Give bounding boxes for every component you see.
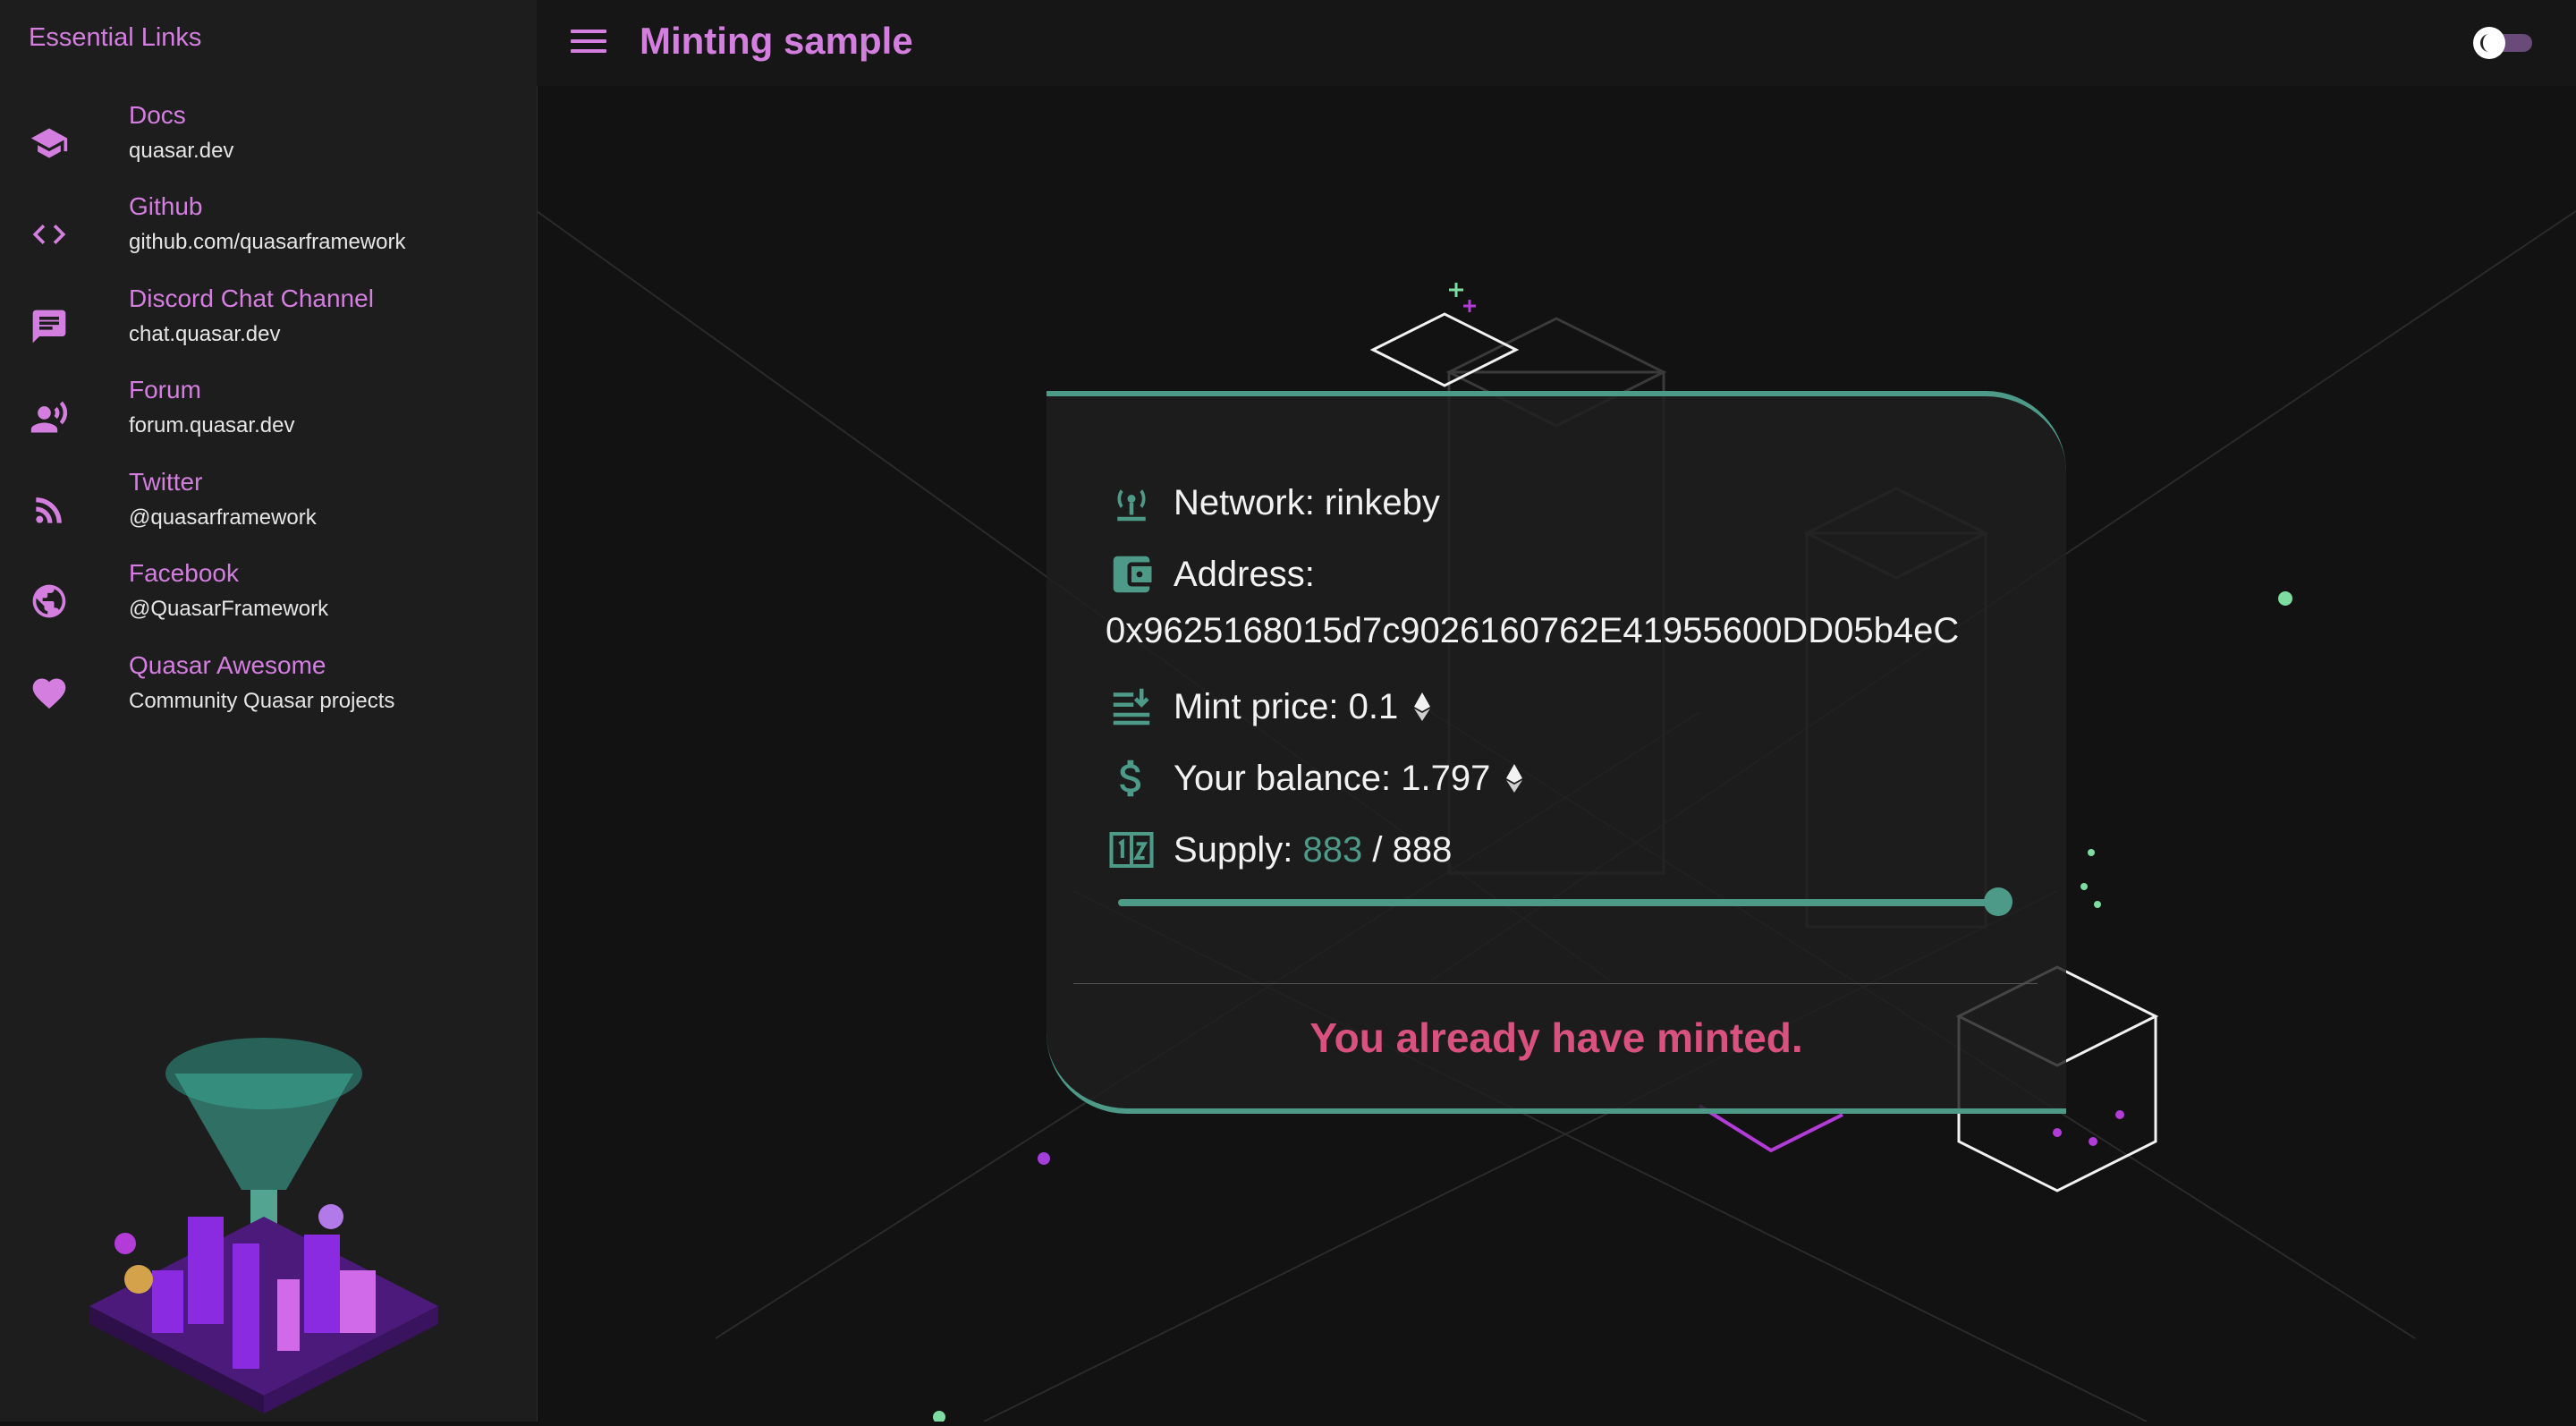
supply-progress-slider[interactable] [1118,887,2013,916]
price-change-icon [1106,681,1157,733]
supply-label: Supply: [1174,829,1293,870]
page-title: Minting sample [640,20,913,62]
ethereum-icon [1414,692,1431,721]
isometric-city-illustration [54,948,474,1413]
address-label: Address: [1174,554,1315,594]
code-icon [27,212,72,257]
supply-total-count: 888 [1392,829,1453,870]
chat-icon [27,304,72,349]
public-icon [27,579,72,624]
sidebar-item-caption: quasar.dev [129,139,234,163]
sidebar-item-twitter[interactable]: Twitter @quasarframework [0,461,537,550]
supply-minted-count: 883 [1302,829,1363,870]
balance-label: Your balance: 1.797 [1174,758,1491,798]
network-antenna-icon [1106,477,1157,529]
sidebar-item-caption: github.com/quasarframework [129,230,406,254]
ethereum-icon [1506,764,1523,793]
dark-mode-toggle[interactable] [2473,27,2534,59]
record-voice-icon [27,395,72,440]
supply-row: Supply: 883 / 888 [1106,824,1452,876]
network-row: Network: rinkeby [1106,477,1440,529]
rss-icon [27,488,72,532]
sidebar-item-forum[interactable]: Forum forum.quasar.dev [0,369,537,458]
sidebar-drawer: Essential Links Docs quasar.dev Github g… [0,0,538,1422]
slider-thumb[interactable] [1984,887,2013,916]
favorite-icon [27,671,72,716]
mint-price-label: Mint price: 0.1 [1174,686,1399,726]
network-label: Network: rinkeby [1174,482,1440,522]
mint-info-card: Network: rinkeby Address: 0x9625168015d7… [1046,391,2066,1114]
slider-track [1118,899,1999,906]
sidebar-item-title: Forum [129,376,201,403]
card-divider [1073,983,2038,984]
sidebar-item-caption: chat.quasar.dev [129,322,281,346]
supply-separator: / [1372,829,1383,870]
sidebar-item-docs[interactable]: Docs quasar.dev [0,94,537,183]
sidebar-item-discord[interactable]: Discord Chat Channel chat.quasar.dev [0,277,537,367]
wallet-icon [1106,548,1157,600]
sidebar-item-caption: @QuasarFramework [129,597,329,621]
already-minted-message: You already have minted. [1309,1014,1803,1061]
sidebar-item-title: Twitter [129,468,203,496]
mint-price-row: Mint price: 0.1 [1106,681,1431,733]
dark-mode-toggle-icon [2473,27,2505,59]
sidebar-item-caption: Community Quasar projects [129,689,395,713]
dollar-icon [1106,752,1157,804]
sidebar-item-title: Github [129,192,203,220]
app-header: Minting sample [537,0,2576,86]
sidebar-item-quasar-awesome[interactable]: Quasar Awesome Community Quasar projects [0,644,537,734]
sidebar-header: Essential Links [29,23,202,52]
address-row: Address: [1106,548,1315,600]
address-value: 0x9625168015d7c9026160762E41955600DD05b4… [1106,611,1960,650]
sidebar-item-title: Facebook [129,559,239,587]
sidebar-item-github[interactable]: Github github.com/quasarframework [0,185,537,275]
supply-counter-icon [1106,824,1157,876]
sidebar-item-title: Discord Chat Channel [129,284,374,312]
sidebar-item-title: Docs [129,101,186,129]
balance-row: Your balance: 1.797 [1106,752,1523,804]
sidebar-item-facebook[interactable]: Facebook @QuasarFramework [0,552,537,641]
sidebar-item-title: Quasar Awesome [129,651,326,679]
menu-icon[interactable] [569,23,608,63]
sidebar-item-caption: forum.quasar.dev [129,413,295,437]
sidebar-item-caption: @quasarframework [129,505,317,530]
school-icon [27,121,72,166]
